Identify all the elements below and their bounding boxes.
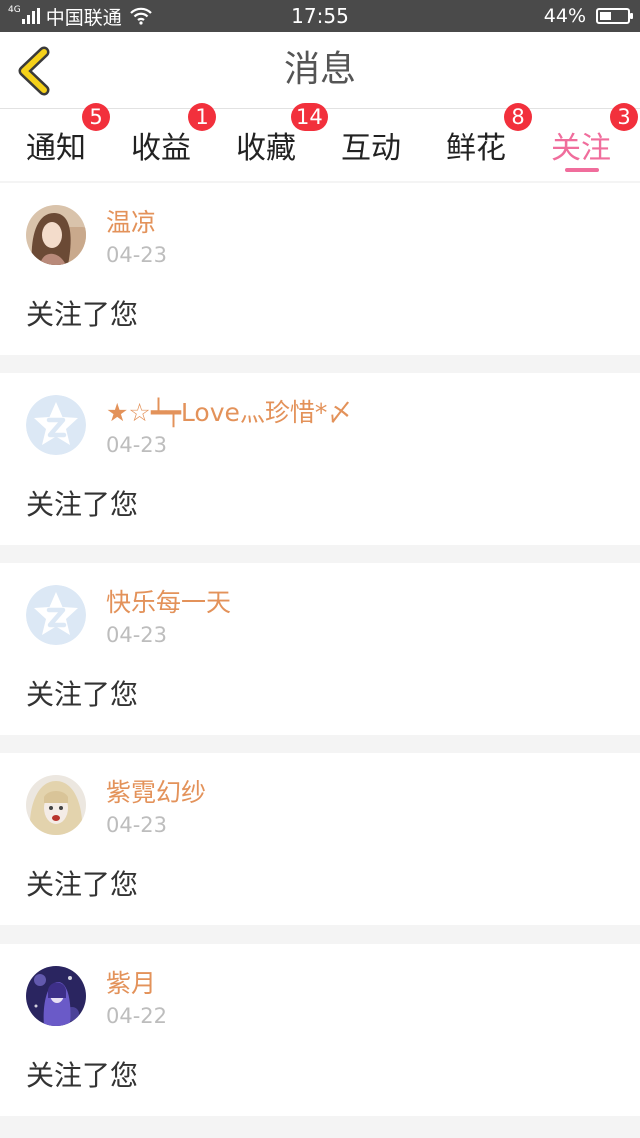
message-text: 关注了您 bbox=[26, 488, 139, 521]
tab-badge: 14 bbox=[291, 103, 328, 131]
message-item[interactable]: ★☆┷┯Love灬珍惜*〆 04-23 关注了您 bbox=[0, 373, 640, 545]
message-date: 04-23 bbox=[106, 243, 168, 267]
tab-badge: 8 bbox=[504, 103, 532, 131]
message-date: 04-23 bbox=[106, 813, 168, 837]
message-text: 关注了您 bbox=[26, 298, 139, 331]
tab-label: 鲜花 bbox=[446, 131, 506, 166]
page-title: 消息 bbox=[283, 49, 356, 90]
message-text: 关注了您 bbox=[26, 678, 139, 711]
avatar[interactable] bbox=[26, 966, 86, 1026]
message-date: 04-22 bbox=[106, 1004, 168, 1028]
photo-avatar-icon bbox=[26, 966, 86, 1026]
username[interactable]: 紫月 bbox=[106, 964, 156, 1000]
default-star-avatar-icon bbox=[26, 395, 86, 455]
username[interactable]: 紫霓幻纱 bbox=[106, 773, 206, 809]
username[interactable]: 温凉 bbox=[106, 203, 156, 239]
photo-avatar-icon bbox=[26, 775, 86, 835]
message-item[interactable]: 紫霓幻纱 04-23 关注了您 bbox=[0, 753, 640, 925]
nav-bar: 消息 bbox=[0, 32, 640, 109]
tab-notification[interactable]: 通知 5 bbox=[26, 103, 110, 181]
message-item[interactable]: 快乐每一天 04-23 关注了您 bbox=[0, 563, 640, 735]
tab-flowers[interactable]: 鲜花 8 bbox=[446, 103, 532, 181]
tab-favorites[interactable]: 收藏 14 bbox=[236, 103, 328, 181]
tab-label: 通知 bbox=[26, 131, 86, 166]
tab-earnings[interactable]: 收益 1 bbox=[131, 103, 216, 181]
tab-badge: 3 bbox=[610, 103, 638, 131]
tab-follow[interactable]: 关注 3 bbox=[551, 103, 638, 181]
status-bar: 4G 中国联通 17:55 44% bbox=[0, 0, 640, 32]
active-tab-indicator bbox=[565, 168, 599, 172]
message-item[interactable]: 温凉 04-23 关注了您 bbox=[0, 183, 640, 355]
tab-label: 收藏 bbox=[236, 131, 296, 166]
message-date: 04-23 bbox=[106, 623, 168, 647]
message-text: 关注了您 bbox=[26, 1059, 139, 1092]
tab-label: 收益 bbox=[131, 131, 191, 166]
avatar[interactable] bbox=[26, 775, 86, 835]
username[interactable]: ★☆┷┯Love灬珍惜*〆 bbox=[106, 393, 352, 429]
tab-label: 互动 bbox=[341, 131, 401, 166]
tab-bar: 通知 5 收益 1 收藏 14 互动 鲜花 8 关注 3 bbox=[0, 103, 640, 181]
message-text: 关注了您 bbox=[26, 868, 139, 901]
photo-avatar-icon bbox=[26, 205, 86, 265]
avatar[interactable] bbox=[26, 395, 86, 455]
battery-percent: 44% bbox=[543, 5, 586, 27]
tab-badge: 5 bbox=[82, 103, 110, 131]
avatar[interactable] bbox=[26, 585, 86, 645]
message-item[interactable]: 紫月 04-22 关注了您 bbox=[0, 944, 640, 1116]
tab-badge: 1 bbox=[188, 103, 216, 131]
tab-label: 关注 bbox=[551, 131, 611, 166]
message-date: 04-23 bbox=[106, 433, 168, 457]
tab-interaction[interactable]: 互动 bbox=[341, 109, 405, 181]
avatar[interactable] bbox=[26, 205, 86, 265]
default-star-avatar-icon bbox=[26, 585, 86, 645]
username[interactable]: 快乐每一天 bbox=[106, 583, 231, 619]
battery-icon bbox=[596, 8, 633, 24]
